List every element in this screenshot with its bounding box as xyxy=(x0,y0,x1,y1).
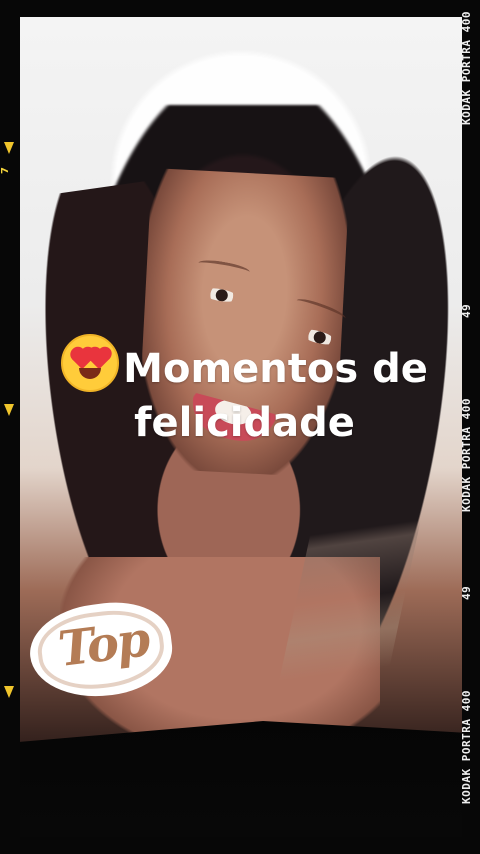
black-top xyxy=(20,721,462,837)
caption-line-1: Momentos de xyxy=(123,346,428,392)
film-mark-top xyxy=(4,142,14,154)
caption-line-2: felicidade xyxy=(134,400,355,446)
sticker-text: Top xyxy=(55,611,152,678)
film-edge-middle-label: KODAK PORTRA 400 xyxy=(460,398,473,512)
emoji-face xyxy=(61,334,120,392)
film-edge-lower-label: KODAK PORTRA 400 xyxy=(460,690,473,805)
film-mark-middle xyxy=(4,404,14,416)
caption-text: Momentos de felicidade xyxy=(47,334,442,450)
film-edge-top-label: KODAK PORTRA 400 xyxy=(460,11,473,125)
film-edge-lower-number: 49 xyxy=(460,585,473,601)
heart-eyes-emoji-icon xyxy=(61,334,120,392)
film-edge-middle-number: 49 xyxy=(460,303,473,319)
film-mark-bottom xyxy=(4,686,14,698)
film-edge-left-number: 7 xyxy=(0,167,11,175)
